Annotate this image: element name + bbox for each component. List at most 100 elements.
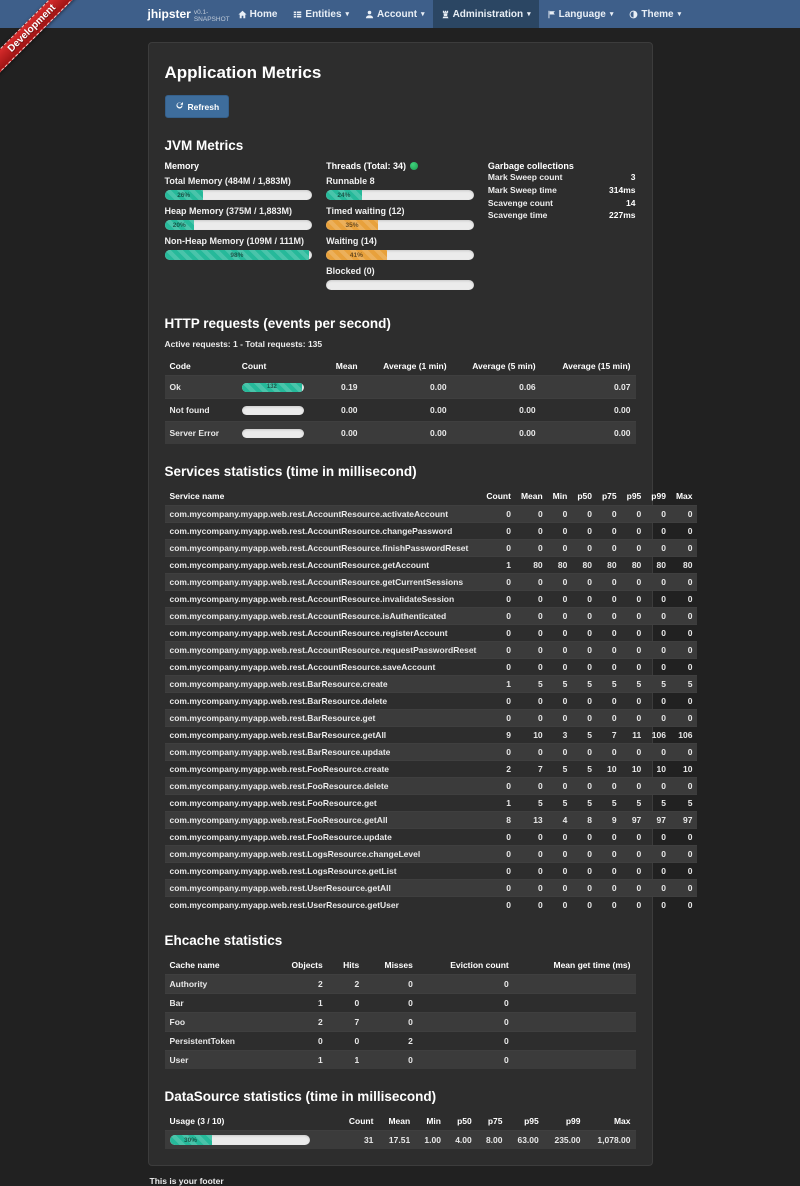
value-cell: 80 <box>646 557 671 574</box>
cache-row: PersistentToken0020 <box>165 1032 636 1051</box>
value-cell: 0 <box>671 574 698 591</box>
value-cell: 0 <box>481 591 516 608</box>
value-cell: 0 <box>516 846 548 863</box>
value-cell: 0 <box>548 540 573 557</box>
nav-item-language[interactable]: Language▾ <box>539 0 622 28</box>
column-header: Usage (3 / 10) <box>165 1112 339 1131</box>
value-cell: 10 <box>516 727 548 744</box>
thread-dump-icon[interactable] <box>410 162 418 170</box>
value-cell: 0 <box>646 608 671 625</box>
value-cell: 97 <box>646 812 671 829</box>
value-cell: 0 <box>516 897 548 914</box>
value-cell: 5 <box>572 727 597 744</box>
progress-bar: 41% <box>326 250 474 260</box>
brand-version: v0.1-SNAPSHOT <box>194 9 230 23</box>
nav-item-administration[interactable]: Administration▾ <box>433 0 539 28</box>
ehcache-statistics-title: Ehcache statistics <box>165 933 636 948</box>
value-cell: 0 <box>481 744 516 761</box>
value-cell: 5 <box>572 761 597 778</box>
service-row: com.mycompany.myapp.web.rest.FooResource… <box>165 829 698 846</box>
refresh-button[interactable]: Refresh <box>165 95 230 118</box>
value-cell: 0 <box>548 880 573 897</box>
value-cell: 4.00 <box>446 1131 477 1150</box>
column-header: Count <box>338 1112 378 1131</box>
metric-label: Blocked (0) <box>326 266 474 276</box>
http-code: Server Error <box>165 422 237 445</box>
value-cell: 0 <box>671 625 698 642</box>
column-header: Average (5 min) <box>452 357 541 376</box>
value-cell: 0 <box>671 846 698 863</box>
value-cell: 0 <box>572 897 597 914</box>
column-header: p95 <box>622 487 647 506</box>
value-cell: 0 <box>597 523 622 540</box>
memory-title: Memory <box>165 161 313 171</box>
service-name: com.mycompany.myapp.web.rest.BarResource… <box>165 744 482 761</box>
service-name: com.mycompany.myapp.web.rest.BarResource… <box>165 727 482 744</box>
gc-label: Mark Sweep time <box>488 184 557 197</box>
service-row: com.mycompany.myapp.web.rest.AccountReso… <box>165 642 698 659</box>
value-cell: 106 <box>646 727 671 744</box>
value-cell: 0 <box>597 880 622 897</box>
column-header: Average (1 min) <box>363 357 452 376</box>
value-cell: 0 <box>572 710 597 727</box>
column-header: Max <box>585 1112 635 1131</box>
gc-label: Scavenge count <box>488 197 553 210</box>
value-cell: 97 <box>622 812 647 829</box>
value-cell: 0.00 <box>541 399 636 422</box>
value-cell: 0 <box>671 540 698 557</box>
value-cell: 0 <box>516 506 548 523</box>
value-cell: 5 <box>572 676 597 693</box>
service-name: com.mycompany.myapp.web.rest.AccountReso… <box>165 540 482 557</box>
value-cell: 0 <box>622 608 647 625</box>
value-cell: 0 <box>597 625 622 642</box>
thread-metric: Runnable 824% <box>326 176 474 200</box>
value-cell: 5 <box>646 676 671 693</box>
nav-item-label: Entities <box>305 9 341 20</box>
value-cell: 11 <box>622 727 647 744</box>
value-cell: 0 <box>364 1051 418 1070</box>
services-statistics-table: Service nameCountMeanMinp50p75p95p99Max … <box>165 487 698 913</box>
chevron-down-icon: ▾ <box>527 10 531 18</box>
value-cell: 0 <box>481 523 516 540</box>
value-cell: 0 <box>597 540 622 557</box>
value-cell: 0 <box>597 897 622 914</box>
value-cell: 0 <box>622 693 647 710</box>
nav-item-home[interactable]: Home <box>230 0 286 28</box>
value-cell: 0 <box>481 540 516 557</box>
value-cell: 4 <box>548 812 573 829</box>
value-cell: 0 <box>516 642 548 659</box>
value-cell: 0 <box>622 540 647 557</box>
value-cell: 5 <box>548 676 573 693</box>
value-cell: 0 <box>622 625 647 642</box>
nav-item-entities[interactable]: Entities▾ <box>285 0 357 28</box>
nav-item-account[interactable]: Account▾ <box>357 0 433 28</box>
value-cell: 0 <box>364 975 418 994</box>
gc-row: Scavenge time227ms <box>488 209 636 222</box>
brand[interactable]: jhipster v0.1-SNAPSHOT <box>148 0 230 28</box>
chevron-down-icon: ▾ <box>610 10 614 18</box>
metric-label: Waiting (14) <box>326 236 474 246</box>
gc-row: Mark Sweep time314ms <box>488 184 636 197</box>
value-cell: 0 <box>516 659 548 676</box>
value-cell: 0 <box>671 710 698 727</box>
value-cell: 0 <box>646 523 671 540</box>
value-cell: 0 <box>328 994 364 1013</box>
value-cell: 0 <box>516 693 548 710</box>
progress-bar <box>242 406 304 415</box>
value-cell <box>514 1032 636 1051</box>
value-cell: 106 <box>671 727 698 744</box>
value-cell: 0 <box>671 897 698 914</box>
service-row: com.mycompany.myapp.web.rest.AccountReso… <box>165 608 698 625</box>
value-cell: 10 <box>597 761 622 778</box>
gc-label: Scavenge time <box>488 209 548 222</box>
nav-item-theme[interactable]: Theme▾ <box>621 0 689 28</box>
http-row: Not found0.000.000.000.00 <box>165 399 636 422</box>
column-header: Misses <box>364 956 418 975</box>
http-requests-title: HTTP requests (events per second) <box>165 316 636 331</box>
value-cell: 0 <box>572 506 597 523</box>
value-cell: 5 <box>572 795 597 812</box>
value-cell: 0 <box>548 897 573 914</box>
value-cell: 0 <box>481 574 516 591</box>
http-row: Server Error0.000.000.000.00 <box>165 422 636 445</box>
value-cell: 235.00 <box>544 1131 586 1150</box>
